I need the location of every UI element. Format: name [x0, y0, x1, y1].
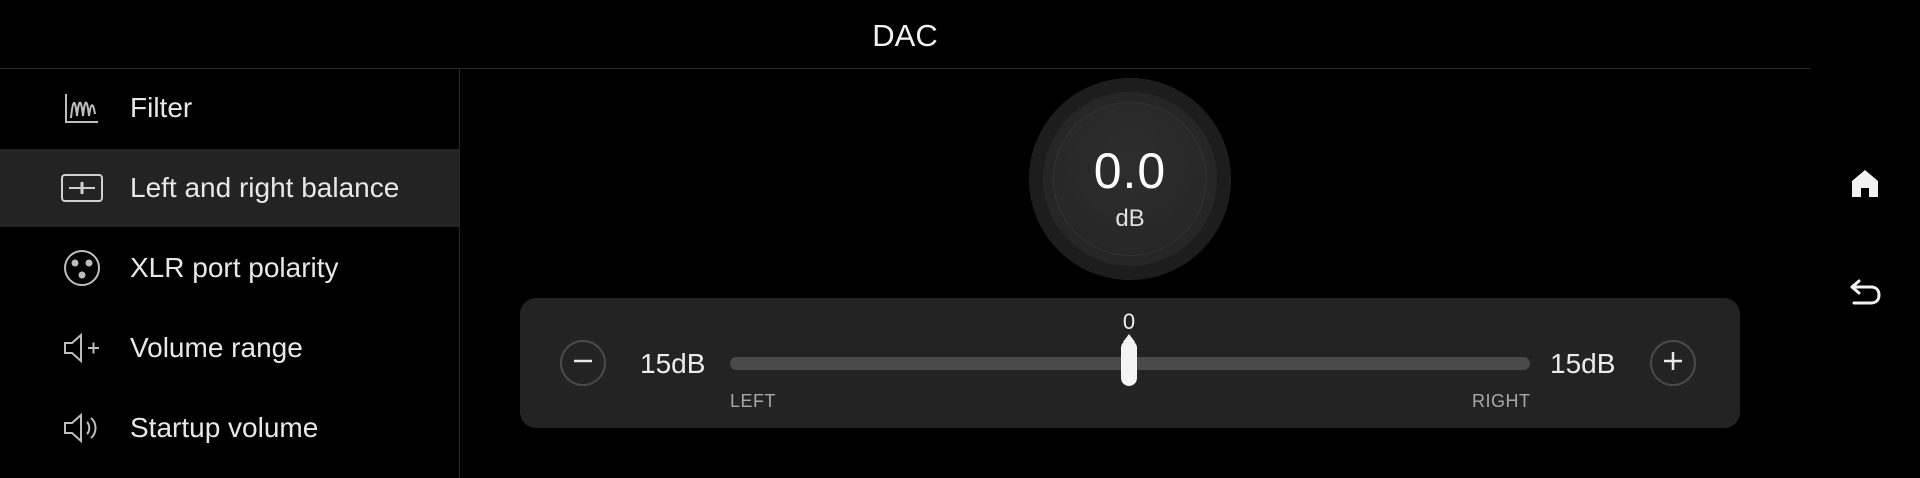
decrease-button[interactable] [560, 340, 606, 386]
sidebar-item-label: Filter [130, 92, 193, 123]
volume-plus-icon [60, 326, 104, 370]
left-max-label: 15dB [640, 348, 706, 379]
plus-icon [1662, 350, 1684, 377]
right-channel-label: RIGHT [1472, 391, 1531, 411]
sidebar-item-volume-range[interactable]: Volume range [0, 309, 459, 387]
balance-slider-thumb[interactable] [1121, 340, 1137, 386]
minus-icon [572, 350, 594, 377]
sidebar: Filter Left and right balance XLR port p… [0, 69, 460, 478]
right-max-label: 15dB [1550, 348, 1616, 379]
sidebar-item-xlr-polarity[interactable]: XLR port polarity [0, 229, 459, 307]
balance-unit: dB [1115, 205, 1145, 232]
filter-wave-icon [60, 86, 104, 130]
balance-value: 0.0 [1093, 143, 1167, 199]
sidebar-item-label: XLR port polarity [130, 252, 339, 283]
speaker-icon [60, 406, 104, 450]
left-channel-label: LEFT [730, 391, 777, 411]
sidebar-item-filter[interactable]: Filter [0, 69, 459, 147]
sidebar-item-startup-volume[interactable]: Startup volume [0, 389, 459, 467]
balance-icon [60, 166, 104, 210]
header: DAC [0, 0, 1810, 69]
xlr-port-icon [60, 246, 104, 290]
sidebar-item-balance[interactable]: Left and right balance [0, 149, 459, 227]
back-icon[interactable] [1848, 276, 1882, 310]
page-title: DAC [872, 18, 938, 53]
sidebar-item-label: Volume range [130, 332, 303, 363]
slider-value-label: 0 [1122, 309, 1136, 334]
sidebar-item-label: Startup volume [130, 412, 319, 443]
increase-button[interactable] [1650, 340, 1696, 386]
sidebar-item-label: Left and right balance [130, 172, 400, 203]
home-icon[interactable] [1848, 166, 1882, 200]
